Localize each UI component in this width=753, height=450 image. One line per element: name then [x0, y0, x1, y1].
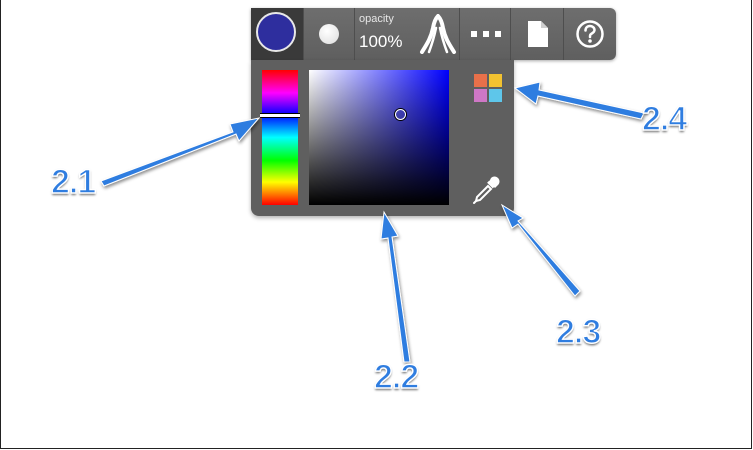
- arrow-2-3: [500, 203, 581, 297]
- help-icon: [576, 20, 604, 48]
- document-button[interactable]: [511, 8, 564, 60]
- opacity-value: 100%: [359, 32, 403, 51]
- color-cursor[interactable]: [395, 109, 406, 120]
- more-icon: [471, 31, 501, 37]
- current-color-icon: [256, 12, 296, 52]
- arrow-2-1: [100, 117, 261, 187]
- arrow-2-4: [513, 81, 645, 120]
- opacity-label: opacity: [359, 13, 394, 25]
- callout-2-4: 2.4: [641, 99, 688, 139]
- help-button[interactable]: [564, 8, 616, 60]
- hue-slider[interactable]: [260, 70, 300, 205]
- palette-icon[interactable]: [473, 73, 503, 103]
- callout-2-1: 2.1: [50, 162, 97, 202]
- callout-2-2: 2.2: [373, 357, 420, 397]
- color-button[interactable]: [251, 8, 304, 60]
- hue-slider-handle[interactable]: [260, 113, 300, 118]
- saturation-value-square[interactable]: [309, 70, 449, 205]
- toolbar: opacity 100%: [251, 8, 616, 60]
- brush-size-button[interactable]: [304, 8, 355, 60]
- arrow-2-2: [380, 210, 411, 363]
- callout-2-3: 2.3: [555, 312, 602, 352]
- screenshot-frame: opacity 100% 2.1 2.2 2.3 2.4: [0, 0, 752, 449]
- document-icon: [528, 21, 548, 47]
- brush-size-icon: [319, 24, 339, 44]
- pressure-curve-icon[interactable]: [419, 14, 457, 54]
- color-picker-panel: [251, 60, 514, 216]
- more-button[interactable]: [460, 8, 511, 60]
- opacity-control[interactable]: opacity 100%: [355, 8, 460, 60]
- eyedropper-icon[interactable]: [471, 174, 503, 206]
